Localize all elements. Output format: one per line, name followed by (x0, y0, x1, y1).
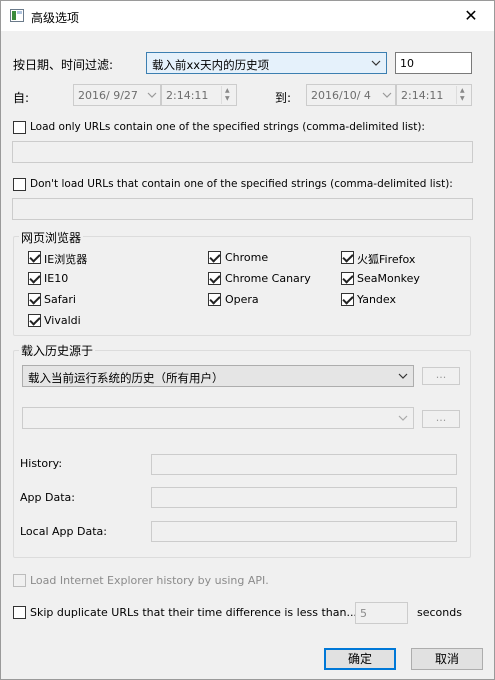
browser-checkbox-yandex[interactable] (341, 293, 354, 306)
browser-checkbox-firefox[interactable] (341, 251, 354, 264)
url-exclude-input[interactable] (12, 198, 473, 220)
browsers-group-title: 网页浏览器 (19, 229, 84, 246)
browser-label-opera: Opera (225, 293, 259, 306)
to-time-spinner[interactable]: ▲ ▼ (456, 86, 470, 104)
browser-label-firefox: 火狐Firefox (357, 253, 416, 266)
browser-checkbox-safari[interactable] (28, 293, 41, 306)
to-date-picker[interactable]: 2016/10/ 4 (306, 84, 396, 106)
from-date-picker[interactable]: 2016/ 9/27 (73, 84, 161, 106)
days-input[interactable]: 10 (395, 52, 472, 74)
from-time-value: 2:14:11 (166, 89, 209, 102)
browser-label-ie: IE浏览器 (44, 253, 88, 266)
spin-up-icon: ▲ (225, 87, 230, 94)
date-filter-mode-select[interactable]: 载入前xx天内的历史项 (146, 52, 387, 74)
from-date-value: 2016/ 9/27 (78, 89, 138, 102)
browser-label-vivaldi: Vivaldi (44, 314, 81, 327)
history-path-input[interactable] (151, 454, 457, 475)
appdata-path-input[interactable] (151, 487, 457, 508)
browser-label-yandex: Yandex (357, 293, 396, 306)
browser-checkbox-opera[interactable] (208, 293, 221, 306)
localappdata-path-input[interactable] (151, 521, 457, 542)
date-filter-label: 按日期、时间过滤: (13, 58, 114, 72)
url-exclude-label: Don't load URLs that contain one of the … (30, 178, 453, 190)
browser-checkbox-ie[interactable] (28, 251, 41, 264)
ok-button[interactable]: 确定 (324, 648, 396, 670)
history-source-browse-button[interactable]: ... (422, 367, 460, 385)
url-include-label: Load only URLs contain one of the specif… (30, 121, 425, 133)
from-time-spinner[interactable]: ▲ ▼ (221, 86, 235, 104)
browser-checkbox-chrome[interactable] (208, 251, 221, 264)
url-exclude-checkbox[interactable] (13, 178, 26, 191)
history-source-value: 载入当前运行系统的历史（所有用户） (28, 371, 224, 385)
browser-checkbox-vivaldi[interactable] (28, 314, 41, 327)
from-label: 自: (13, 91, 30, 105)
chevron-down-icon (371, 60, 381, 66)
browser-checkbox-ie10[interactable] (28, 272, 41, 285)
appdata-path-label: App Data: (20, 491, 75, 504)
skip-duplicates-checkbox[interactable] (13, 606, 26, 619)
to-label: 到: (275, 91, 292, 105)
browser-label-chrome-canary: Chrome Canary (225, 272, 311, 285)
browser-label-seamonkey: SeaMonkey (357, 272, 420, 285)
to-time-value: 2:14:11 (401, 89, 444, 102)
spin-up-icon: ▲ (460, 87, 465, 94)
history-source-select[interactable]: 载入当前运行系统的历史（所有用户） (22, 365, 414, 387)
from-time-picker[interactable]: 2:14:11 ▲ ▼ (161, 84, 237, 106)
advanced-options-dialog: 高级选项 ✕ 按日期、时间过滤: 载入前xx天内的历史项 10 自: 2016/… (0, 0, 495, 680)
chevron-down-icon (147, 92, 157, 98)
history-path-label: History: (20, 457, 63, 470)
cancel-button[interactable]: 取消 (411, 648, 483, 670)
close-icon[interactable]: ✕ (448, 1, 494, 31)
browser-label-ie10: IE10 (44, 272, 69, 285)
browser-label-chrome: Chrome (225, 251, 269, 264)
ie-api-checkbox[interactable] (13, 574, 26, 587)
url-include-checkbox[interactable] (13, 121, 26, 134)
browser-checkbox-chrome-canary[interactable] (208, 272, 221, 285)
skip-duplicates-value: 5 (360, 607, 367, 620)
chevron-down-icon (382, 92, 392, 98)
history-source-group-title: 载入历史源于 (19, 342, 96, 359)
app-icon (10, 9, 24, 22)
to-time-picker[interactable]: 2:14:11 ▲ ▼ (396, 84, 472, 106)
seconds-label: seconds (417, 606, 462, 619)
chevron-down-icon (398, 415, 408, 421)
chevron-down-icon (398, 373, 408, 379)
browser-label-safari: Safari (44, 293, 76, 306)
skip-duplicates-input[interactable]: 5 (355, 602, 408, 624)
window-title: 高级选项 (31, 11, 80, 25)
to-date-value: 2016/10/ 4 (311, 89, 371, 102)
browser-checkbox-seamonkey[interactable] (341, 272, 354, 285)
spin-down-icon: ▼ (460, 95, 465, 102)
skip-duplicates-label: Skip duplicate URLs that their time diff… (30, 606, 357, 619)
secondary-source-browse-button[interactable]: ... (422, 410, 460, 428)
days-value: 10 (400, 57, 414, 70)
localappdata-path-label: Local App Data: (20, 525, 107, 538)
date-filter-mode-value: 载入前xx天内的历史项 (152, 58, 270, 72)
ie-api-label: Load Internet Explorer history by using … (30, 574, 269, 587)
url-include-input[interactable] (12, 141, 473, 163)
title-bar: 高级选项 ✕ (1, 1, 494, 31)
secondary-source-select[interactable] (22, 407, 414, 429)
spin-down-icon: ▼ (225, 95, 230, 102)
